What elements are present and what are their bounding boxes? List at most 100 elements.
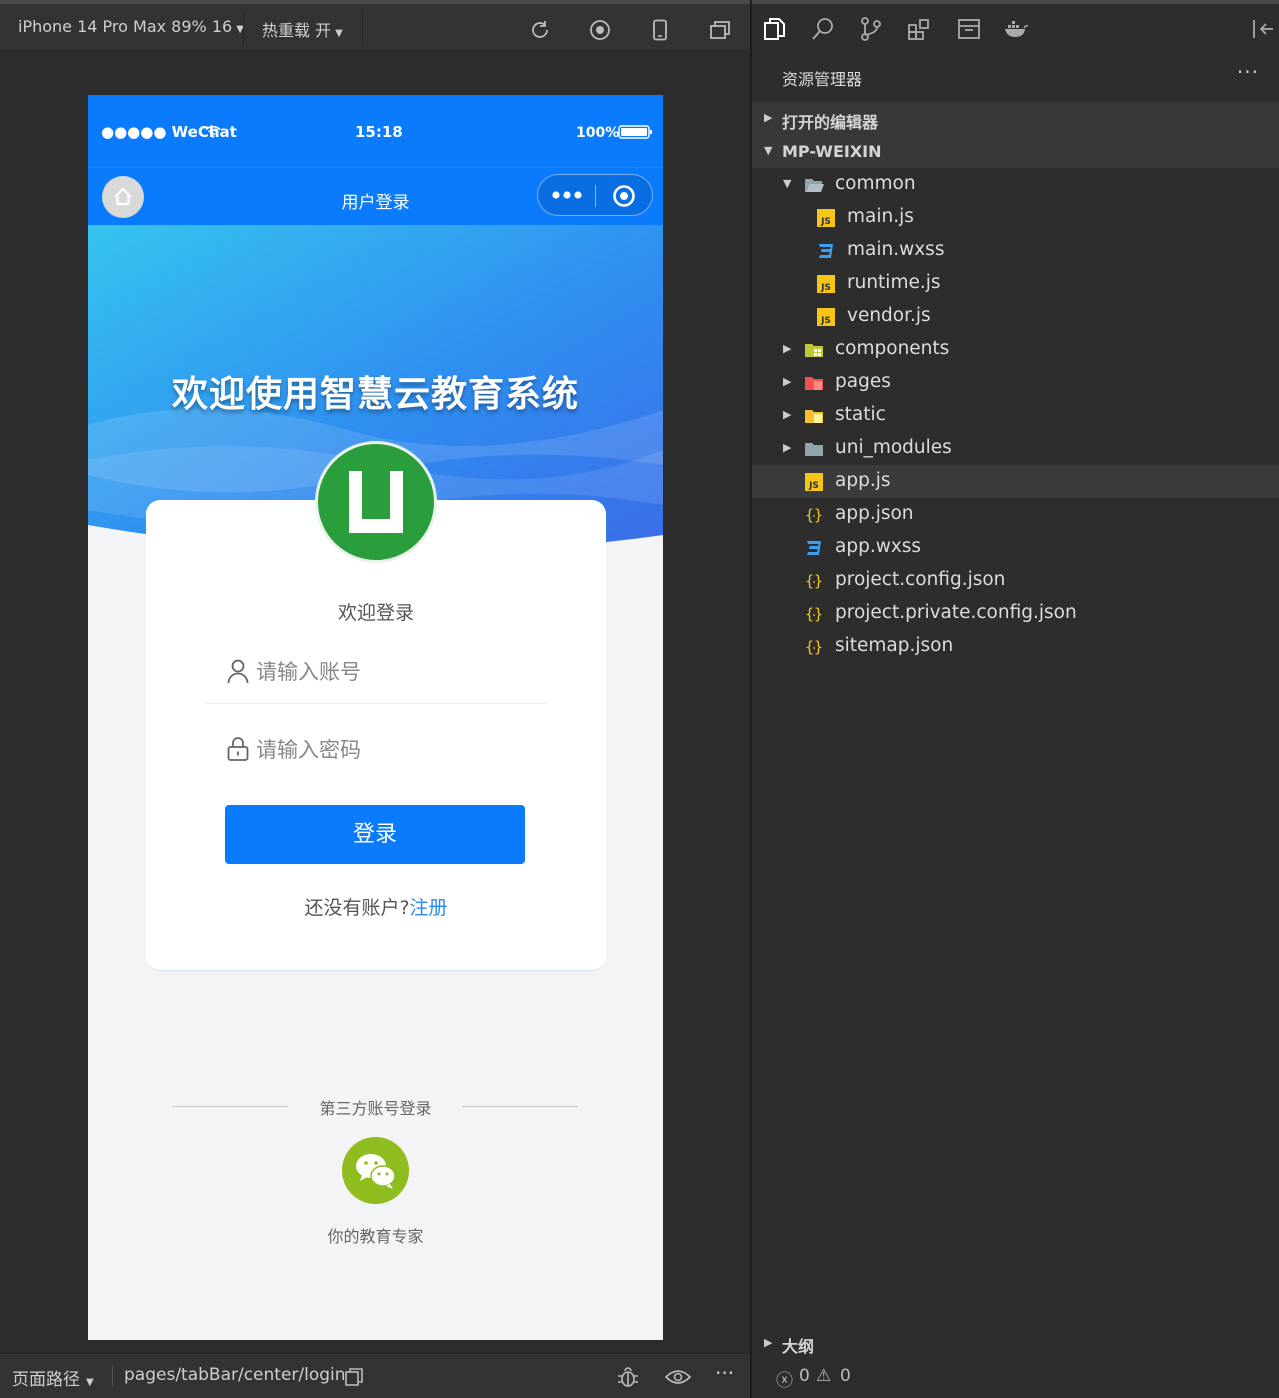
file-tree-item-label: project.private.config.json bbox=[835, 602, 1077, 623]
layout-icon[interactable] bbox=[956, 16, 982, 42]
project-label: MP-WEIXIN bbox=[782, 142, 882, 161]
login-button[interactable]: 登录 bbox=[225, 805, 525, 864]
file-tree-item[interactable]: JS app.js bbox=[752, 465, 1279, 498]
bug-icon[interactable] bbox=[616, 1365, 640, 1389]
css-icon bbox=[807, 541, 821, 555]
page-path-label: 页面路径 bbox=[12, 1370, 80, 1390]
wechat-icon bbox=[356, 1154, 396, 1189]
json-icon: {} bbox=[805, 506, 823, 524]
css-icon bbox=[819, 244, 833, 258]
problems-bar[interactable]: ⓧ 0 ⚠ 0 bbox=[752, 1358, 1279, 1398]
more-icon[interactable] bbox=[551, 189, 583, 201]
open-editors-section[interactable]: ▶ 打开的编辑器 bbox=[752, 102, 1279, 135]
refresh-icon[interactable] bbox=[528, 18, 552, 42]
status-time: 15:18 bbox=[355, 123, 403, 141]
svg-text:{}: {} bbox=[805, 506, 823, 524]
divider-line bbox=[462, 1106, 578, 1107]
explorer-icon[interactable] bbox=[762, 16, 788, 42]
folder-static-icon bbox=[805, 410, 823, 423]
file-tree-item-label: sitemap.json bbox=[835, 635, 954, 656]
file-tree-item[interactable]: {} app.json bbox=[752, 498, 1279, 531]
outline-section[interactable]: ▶ 大纲 bbox=[752, 1328, 1279, 1358]
file-tree-item[interactable]: ▶ uni_modules bbox=[752, 432, 1279, 465]
svg-text:{}: {} bbox=[805, 638, 823, 656]
js-icon: JS bbox=[817, 275, 835, 293]
warning-count: 0 bbox=[840, 1366, 851, 1386]
battery-percent: 100% bbox=[576, 125, 620, 141]
file-tree-item[interactable]: ▶ static bbox=[752, 399, 1279, 432]
file-tree-item-label: main.wxss bbox=[847, 239, 945, 260]
third-party-caption: 你的教育专家 bbox=[327, 1227, 424, 1246]
explorer-title: 资源管理器 bbox=[782, 70, 863, 89]
source-control-icon[interactable] bbox=[858, 16, 884, 42]
capsule-divider bbox=[595, 185, 596, 207]
register-prompt: 还没有账户? bbox=[304, 897, 410, 919]
search-icon[interactable] bbox=[810, 16, 836, 42]
file-tree-item[interactable]: {} sitemap.json bbox=[752, 630, 1279, 663]
file-tree-item[interactable]: ▶ pages bbox=[752, 366, 1279, 399]
project-section[interactable]: ▼ MP-WEIXIN bbox=[752, 135, 1279, 168]
stop-icon[interactable] bbox=[588, 18, 612, 42]
svg-text:{}: {} bbox=[805, 605, 823, 623]
eye-icon[interactable] bbox=[665, 1367, 691, 1387]
login-card: 欢迎登录 请输入账号 请输入密码 登录 还没有账户?注册 bbox=[146, 500, 606, 971]
error-count: 0 bbox=[799, 1366, 810, 1386]
file-tree-item[interactable]: JS runtime.js bbox=[752, 267, 1279, 300]
file-tree-item-label: main.js bbox=[847, 206, 914, 227]
error-icon: ⓧ bbox=[776, 1371, 793, 1391]
file-tree-item-label: uni_modules bbox=[835, 437, 952, 458]
file-tree-item[interactable]: {} project.private.config.json bbox=[752, 597, 1279, 630]
detach-window-icon[interactable] bbox=[708, 18, 732, 42]
folder-icon bbox=[805, 443, 823, 456]
file-tree-item[interactable]: JS main.js bbox=[752, 201, 1279, 234]
hot-reload-label: 热重载 开 bbox=[262, 21, 332, 40]
wechat-login-button[interactable] bbox=[342, 1137, 409, 1204]
simulator-footer: 页面路径 ▼ pages/tabBar/center/login ··· bbox=[0, 1353, 751, 1398]
file-tree-item[interactable]: main.wxss bbox=[752, 234, 1279, 267]
svg-text:JS: JS bbox=[820, 283, 831, 293]
outline-label: 大纲 bbox=[782, 1337, 815, 1356]
toolbar-divider bbox=[243, 12, 244, 46]
svg-text:JS: JS bbox=[808, 481, 819, 491]
explorer-header: 资源管理器 ··· bbox=[752, 50, 1279, 102]
lock-icon bbox=[227, 737, 249, 761]
close-miniprogram-icon[interactable] bbox=[612, 184, 636, 208]
simulator-toolbar: iPhone 14 Pro Max 89% 16 ▼ 热重载 开 ▼ bbox=[0, 0, 751, 50]
file-tree-item-label: app.wxss bbox=[835, 536, 922, 557]
chevron-right-icon: ▶ bbox=[783, 408, 792, 421]
register-link[interactable]: 注册 bbox=[410, 897, 448, 919]
extensions-icon[interactable] bbox=[906, 16, 932, 42]
page-path-selector[interactable]: 页面路径 ▼ bbox=[12, 1365, 94, 1390]
more-icon[interactable]: ··· bbox=[1237, 60, 1259, 84]
navigation-bar: 用户登录 bbox=[88, 167, 663, 225]
collapse-panel-icon[interactable] bbox=[1249, 16, 1275, 42]
file-tree-item[interactable]: JS vendor.js bbox=[752, 300, 1279, 333]
copy-icon[interactable] bbox=[345, 1368, 363, 1386]
logo-u-icon bbox=[349, 471, 403, 533]
hot-reload-selector[interactable]: 热重载 开 ▼ bbox=[262, 17, 343, 41]
json-icon: {} bbox=[805, 638, 823, 656]
docker-icon[interactable] bbox=[1003, 16, 1029, 42]
file-tree-item[interactable]: {} project.config.json bbox=[752, 564, 1279, 597]
chevron-down-icon: ▼ bbox=[335, 28, 343, 39]
phone-icon[interactable] bbox=[648, 18, 672, 42]
wifi-icon bbox=[205, 125, 221, 138]
warning-icon: ⚠ bbox=[816, 1366, 832, 1386]
password-placeholder: 请输入密码 bbox=[256, 738, 361, 762]
file-tree-item[interactable]: app.wxss bbox=[752, 531, 1279, 564]
more-icon[interactable]: ··· bbox=[715, 1361, 734, 1385]
open-editors-label: 打开的编辑器 bbox=[782, 113, 879, 132]
account-field[interactable]: 请输入账号 bbox=[204, 640, 548, 704]
folder-open-icon bbox=[805, 179, 824, 192]
file-tree-item[interactable]: ▼ common bbox=[752, 168, 1279, 201]
js-icon: JS bbox=[817, 209, 835, 227]
file-tree-item[interactable]: ▶ components bbox=[752, 333, 1279, 366]
chevron-down-icon: ▼ bbox=[764, 144, 773, 157]
device-selector[interactable]: iPhone 14 Pro Max 89% 16 ▼ bbox=[18, 17, 244, 36]
password-field[interactable]: 请输入密码 bbox=[204, 718, 548, 782]
chevron-right-icon: ▶ bbox=[783, 342, 792, 355]
hero-title: 欢迎使用智慧云教育系统 bbox=[171, 374, 579, 415]
file-tree-item-label: vendor.js bbox=[847, 305, 931, 326]
chevron-right-icon: ▶ bbox=[783, 441, 792, 454]
third-party-label: 第三方账号登录 bbox=[319, 1099, 432, 1118]
